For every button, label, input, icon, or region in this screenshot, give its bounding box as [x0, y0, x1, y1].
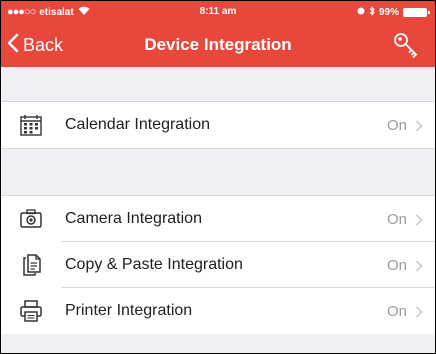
printer-icon: [19, 299, 43, 323]
key-button[interactable]: [391, 31, 421, 59]
page-title: Device Integration: [144, 35, 292, 54]
app-screen: ●●●○○ etisalat 8:11 am 99% Back Device I…: [0, 0, 436, 354]
list-item-printer-integration[interactable]: Printer Integration On: [1, 288, 435, 334]
camera-icon: [19, 207, 43, 231]
key-icon: [394, 33, 418, 58]
list-item-value: On: [386, 302, 407, 320]
list-item-camera-integration[interactable]: Camera Integration On: [1, 196, 435, 242]
lock-rotation-icon: [357, 7, 365, 18]
status-bar: ●●●○○ etisalat 8:11 am 99%: [1, 1, 435, 23]
section-spacer: [1, 148, 435, 196]
list-item-value: On: [386, 116, 407, 134]
bluetooth-icon: [369, 6, 375, 19]
chevron-right-icon: [415, 259, 423, 272]
header: ●●●○○ etisalat 8:11 am 99% Back Device I…: [1, 1, 435, 67]
chevron-right-icon: [415, 213, 423, 226]
chevron-right-icon: [415, 305, 423, 318]
list-item-label: Calendar Integration: [65, 116, 210, 133]
section-spacer: [1, 67, 435, 102]
nav-bar: Back Device Integration: [1, 23, 435, 67]
battery-icon: [403, 8, 430, 17]
battery-percent: 99%: [378, 7, 399, 18]
chevron-right-icon: [415, 119, 423, 132]
list-item-copy-paste-integration[interactable]: Copy & Paste Integration On: [1, 242, 435, 288]
list-item-label: Camera Integration: [65, 210, 202, 227]
status-right: 99%: [357, 6, 430, 19]
list-item-value: On: [386, 210, 407, 228]
list-item-calendar-integration[interactable]: Calendar Integration On: [1, 102, 435, 148]
list-item-value: On: [386, 256, 407, 274]
copy-paste-icon: [19, 253, 43, 277]
list-item-label: Copy & Paste Integration: [65, 256, 243, 273]
calendar-icon: [19, 113, 43, 137]
list-item-label: Printer Integration: [65, 302, 193, 319]
